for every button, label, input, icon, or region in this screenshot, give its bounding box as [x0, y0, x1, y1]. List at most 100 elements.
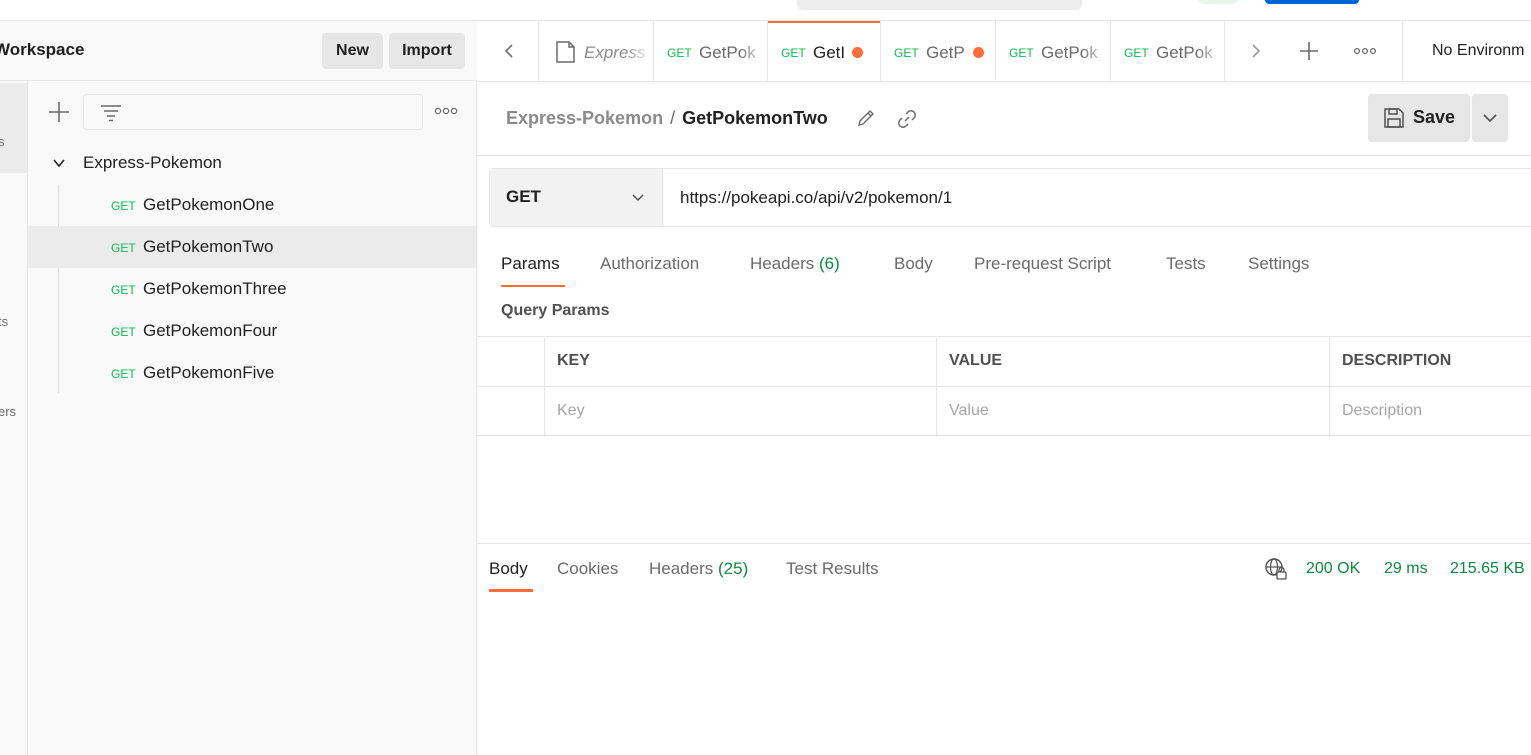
breadcrumb-request[interactable]: GetPokemonTwo [682, 108, 828, 128]
column-header-key: KEY [557, 352, 590, 369]
tab-request[interactable]: GET GetPok [996, 21, 1111, 81]
request-item-selected[interactable]: GET GetPokemonTwo [28, 226, 476, 268]
tab-headers-label: Headers [750, 254, 815, 273]
environment-selector[interactable]: No Environm [1402, 21, 1531, 81]
breadcrumb-separator: / [670, 108, 676, 128]
tab-fade [739, 21, 767, 81]
workspace-header: Workspace New Import [0, 21, 477, 81]
request-header: Express-Pokemon / GetPokemonTwo Save [477, 82, 1531, 156]
response-active-underline [489, 589, 533, 592]
sidebar-filter-input[interactable] [83, 94, 423, 130]
chevron-left-icon[interactable] [499, 41, 519, 61]
tab-body-label: Body [894, 254, 933, 273]
tab-pre-request-script[interactable]: Pre-request Script [974, 254, 1111, 274]
tab-fade [1196, 21, 1224, 81]
workspace-title[interactable]: Workspace [0, 40, 84, 60]
tab-method: GET [1124, 46, 1149, 60]
tab-request-active[interactable]: GET GetI [768, 21, 881, 81]
collection-name: Express-Pokemon [83, 153, 222, 172]
plus-icon[interactable] [46, 99, 72, 125]
upgrade-button[interactable] [1265, 0, 1359, 4]
left-nav-rail: s ts ers [0, 21, 28, 755]
chevron-down-icon [632, 194, 644, 202]
pencil-icon[interactable] [856, 108, 876, 128]
save-label: Save [1413, 107, 1456, 127]
response-tab-body[interactable]: Body [489, 559, 528, 579]
new-tab-plus-icon[interactable] [1299, 41, 1319, 61]
tab-request[interactable]: GET GetP [881, 21, 996, 81]
save-options-dropdown[interactable] [1472, 94, 1508, 142]
request-item[interactable]: GET GetPokemonThree [28, 268, 476, 310]
response-tab-cookies[interactable]: Cookies [557, 559, 618, 579]
method-badge: GET [111, 325, 136, 339]
response-tab-headers[interactable]: Headers (25) [649, 559, 748, 579]
collection-folder[interactable]: Express-Pokemon [28, 142, 476, 184]
import-button[interactable]: Import [389, 33, 465, 69]
table-header-row: KEY VALUE DESCRIPTION [477, 337, 1531, 387]
chevron-down-icon[interactable] [52, 156, 66, 170]
description-input[interactable] [1330, 387, 1531, 435]
tab-options-icon[interactable] [1353, 41, 1377, 61]
method-badge: GET [111, 241, 136, 255]
tab-pre-request-label: Pre-request Script [974, 254, 1111, 273]
tab-tests-label: Tests [1166, 254, 1206, 273]
headers-count: (6) [819, 254, 840, 273]
tab-headers[interactable]: Headers (6) [750, 254, 840, 274]
save-disk-icon [1384, 108, 1404, 128]
global-search-bar[interactable] [797, 0, 1082, 10]
response-status[interactable]: 200 OK [1306, 560, 1360, 578]
active-tab-underline [501, 285, 565, 287]
breadcrumb-collection[interactable]: Express-Pokemon [506, 108, 663, 128]
request-item[interactable]: GET GetPokemonOne [28, 184, 476, 226]
column-header-description: DESCRIPTION [1342, 352, 1452, 369]
response-size[interactable]: 215.65 KB [1450, 560, 1525, 578]
globe-lock-icon[interactable] [1264, 557, 1288, 581]
value-input[interactable] [937, 387, 1329, 435]
tab-method: GET [894, 46, 919, 60]
request-item[interactable]: GET GetPokemonFour [28, 310, 476, 352]
tab-body[interactable]: Body [894, 254, 933, 274]
tab-label: GetP [926, 43, 965, 62]
chevron-right-icon[interactable] [1246, 41, 1266, 61]
tab-method: GET [781, 46, 806, 60]
key-input[interactable] [545, 387, 936, 435]
method-badge: GET [111, 199, 136, 213]
url-input[interactable] [664, 169, 1531, 226]
user-avatar[interactable] [1198, 0, 1238, 4]
chevron-down-icon [1483, 114, 1497, 123]
collections-sidebar: Workspace New Import Express-Pokemon GET… [0, 21, 477, 755]
filter-icon [101, 105, 121, 122]
unsaved-indicator [852, 47, 863, 58]
tab-fade [1082, 21, 1110, 81]
new-button[interactable]: New [322, 33, 383, 69]
response-tab-test-results[interactable]: Test Results [786, 559, 879, 579]
response-panel: Body Cookies Headers (25) Test Results 2… [477, 543, 1531, 755]
tab-authorization-label: Authorization [600, 254, 700, 273]
rail-label-environments[interactable]: ts [0, 314, 8, 329]
rail-label-mock-servers[interactable]: ers [0, 404, 16, 419]
tab-request[interactable]: GET GetPok [654, 21, 768, 81]
save-button[interactable]: Save [1368, 94, 1470, 142]
response-time[interactable]: 29 ms [1384, 560, 1428, 578]
tab-tests[interactable]: Tests [1166, 254, 1206, 274]
rail-label-collections[interactable]: s [0, 134, 5, 149]
request-url-bar: GET [489, 168, 1531, 227]
request-item[interactable]: GET GetPokemonFive [28, 352, 476, 394]
rail-item-collections[interactable] [0, 83, 27, 173]
tab-request[interactable]: GET GetPok [1111, 21, 1225, 81]
column-description: DESCRIPTION [1329, 337, 1531, 387]
request-config-tabs: Params Authorization Headers (6) Body Pr… [477, 240, 1531, 288]
tab-collection-overview[interactable]: Express [539, 21, 654, 81]
request-name: GetPokemonThree [143, 279, 287, 298]
tab-method: GET [1009, 46, 1034, 60]
response-headers-label: Headers [649, 559, 714, 578]
method-selector[interactable]: GET [490, 169, 663, 226]
tab-settings[interactable]: Settings [1248, 254, 1309, 274]
more-options-icon[interactable] [434, 103, 458, 119]
tab-scroll-left[interactable] [477, 21, 539, 81]
method-badge: GET [111, 283, 136, 297]
tab-params[interactable]: Params [501, 254, 560, 274]
tab-authorization[interactable]: Authorization [600, 254, 699, 274]
link-icon[interactable] [896, 108, 918, 130]
method-label: GET [506, 187, 541, 206]
